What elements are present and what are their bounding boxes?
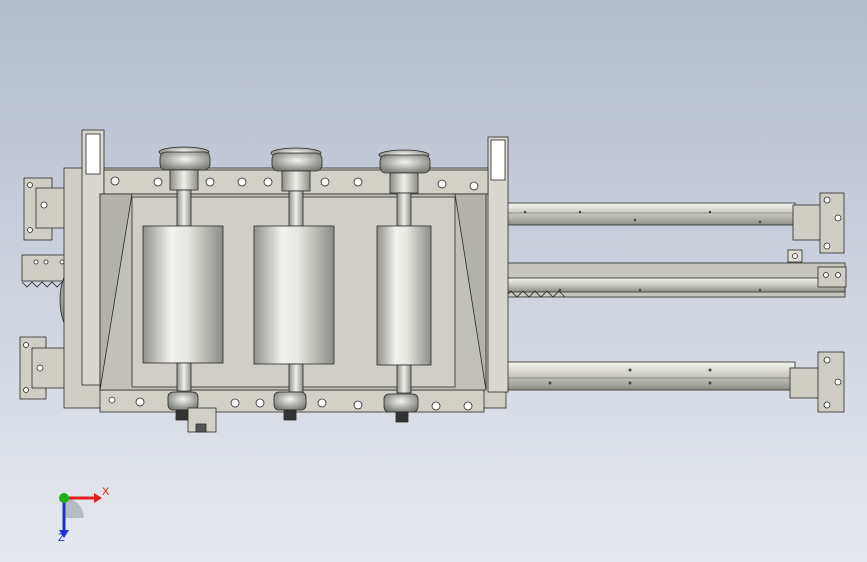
bottom-mount[interactable] bbox=[187, 407, 217, 433]
x-axis-label: X bbox=[102, 486, 110, 498]
coordinate-triad: X Z bbox=[40, 480, 120, 550]
z-axis-label: Z bbox=[58, 532, 65, 544]
y-axis-dot bbox=[59, 493, 69, 503]
rail-bottom bbox=[504, 361, 796, 391]
cad-viewport[interactable] bbox=[0, 0, 867, 562]
rail-top bbox=[504, 202, 796, 226]
